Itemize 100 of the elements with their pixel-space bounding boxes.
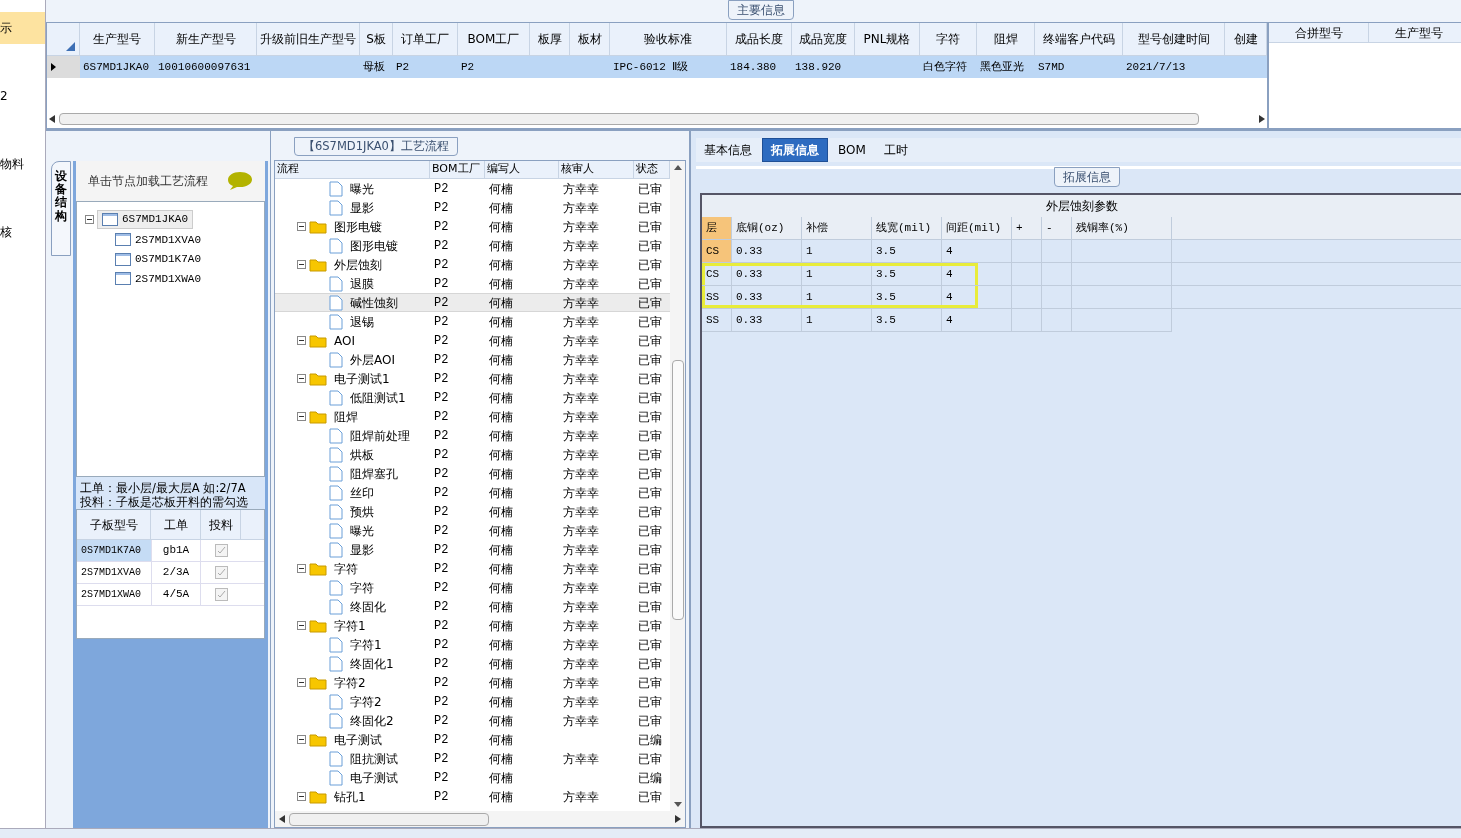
flow-row[interactable]: 退锡 P2 何楠 方幸幸 已审	[275, 312, 670, 331]
nav-item[interactable]: 2	[0, 80, 45, 112]
scroll-left-icon[interactable]	[279, 815, 285, 823]
column-header[interactable]: 合拼型号	[1269, 23, 1369, 42]
tree-node[interactable]: 0S7MD1K7A0	[115, 251, 201, 268]
column-header[interactable]: 成品宽度	[792, 23, 855, 55]
scroll-left-icon[interactable]	[49, 114, 55, 123]
tab[interactable]: 工时	[875, 138, 916, 162]
column-header[interactable]: 残铜率(%)	[1072, 217, 1172, 239]
table-row[interactable]: 6S7MD1JKA0 10010600097631 母板 P2 P2 IPC-6012 Ⅱ级 184.380 138.920 白色字符 黑色亚光 S7MD 2021/7/13	[47, 56, 1267, 78]
flow-row[interactable]: 电子测试1 P2 何楠 方幸幸 已审	[275, 369, 670, 388]
flow-row[interactable]: 字符2 P2 何楠 方幸幸 已审	[275, 673, 670, 692]
column-header[interactable]: S板	[360, 23, 393, 55]
column-header[interactable]: 层	[702, 217, 732, 239]
scroll-right-icon[interactable]	[675, 815, 681, 823]
collapse-icon[interactable]	[297, 564, 306, 573]
nav-item[interactable]: 核	[0, 216, 45, 248]
column-header[interactable]: 间距(mil)	[942, 217, 1012, 239]
collapse-icon[interactable]	[297, 678, 306, 687]
flow-row[interactable]: 电子测试 P2 何楠 已编	[275, 730, 670, 749]
flow-row[interactable]: 丝印 P2 何楠 方幸幸 已审	[275, 483, 670, 502]
tree-node[interactable]: 6S7MD1JKA0	[97, 210, 193, 229]
flow-row[interactable]: 阻焊前处理 P2 何楠 方幸幸 已审	[275, 426, 670, 445]
vertical-scrollbar[interactable]	[670, 161, 685, 811]
checkbox[interactable]	[214, 544, 228, 557]
flow-row[interactable]: 终固化2 P2 何楠 方幸幸 已审	[275, 711, 670, 730]
flow-row[interactable]: 字符2 P2 何楠 方幸幸 已审	[275, 692, 670, 711]
horizontal-scrollbar[interactable]	[49, 111, 1265, 126]
flow-row[interactable]: 显影 P2 何楠 方幸幸 已审	[275, 198, 670, 217]
column-header[interactable]: 字符	[920, 23, 977, 55]
tab[interactable]: 基本信息	[696, 138, 760, 162]
checkbox[interactable]	[214, 588, 228, 601]
table-cell[interactable]: 2S7MD1XVA0	[77, 562, 151, 583]
flow-row[interactable]: 终固化1 P2 何楠 方幸幸 已审	[275, 654, 670, 673]
table-cell[interactable]: 2S7MD1XWA0	[77, 584, 151, 605]
collapse-icon[interactable]	[297, 336, 306, 345]
column-header[interactable]: 订单工厂	[393, 23, 458, 55]
column-header[interactable]: 终端客户代码	[1035, 23, 1123, 55]
collapse-icon[interactable]	[297, 792, 306, 801]
flow-row[interactable]: 字符1 P2 何楠 方幸幸 已审	[275, 635, 670, 654]
column-header[interactable]: 成品长度	[727, 23, 792, 55]
scroll-thumb[interactable]	[289, 812, 489, 826]
flow-row[interactable]: 电子测试 P2 何楠 已编	[275, 768, 670, 787]
column-header[interactable]: 流程	[275, 161, 430, 178]
tree-node[interactable]: 2S7MD1XWA0	[115, 270, 201, 287]
flow-row[interactable]: 阻抗测试 P2 何楠 方幸幸 已审	[275, 749, 670, 768]
flow-row[interactable]: 烘板 P2 何楠 方幸幸 已审	[275, 445, 670, 464]
nav-item[interactable]: 物料	[0, 148, 45, 180]
column-header[interactable]: PNL规格	[855, 23, 920, 55]
column-header[interactable]: 线宽(mil)	[872, 217, 942, 239]
column-header[interactable]: 验收标准	[610, 23, 727, 55]
scroll-thumb[interactable]	[59, 112, 1199, 125]
scroll-up-icon[interactable]	[673, 165, 682, 170]
collapse-icon[interactable]	[297, 222, 306, 231]
collapse-icon[interactable]	[297, 374, 306, 383]
column-header[interactable]: 补偿	[802, 217, 872, 239]
scroll-right-icon[interactable]	[1259, 114, 1265, 123]
nav-item[interactable]: 示	[0, 12, 45, 44]
column-header[interactable]: 阻焊	[977, 23, 1035, 55]
horizontal-scrollbar[interactable]	[275, 811, 685, 827]
column-header[interactable]: 创建	[1225, 23, 1267, 55]
column-header[interactable]: 生产型号	[80, 23, 155, 55]
collapse-icon[interactable]	[297, 412, 306, 421]
tab[interactable]: 拓展信息	[762, 138, 828, 162]
column-header[interactable]: 升级前旧生产型号	[257, 23, 360, 55]
column-header[interactable]: 投料	[201, 510, 241, 539]
flow-row[interactable]: 外层AOI P2 何楠 方幸幸 已审	[275, 350, 670, 369]
tab[interactable]: BOM	[830, 138, 874, 162]
column-header[interactable]: 板材	[570, 23, 610, 55]
column-header[interactable]: -	[1042, 217, 1072, 239]
column-header[interactable]: BOM工厂	[458, 23, 530, 55]
flow-row[interactable]: 预烘 P2 何楠 方幸幸 已审	[275, 502, 670, 521]
collapse-icon[interactable]	[297, 621, 306, 630]
flow-row[interactable]: 字符1 P2 何楠 方幸幸 已审	[275, 616, 670, 635]
column-header[interactable]: 子板型号	[77, 510, 151, 539]
column-header[interactable]: 核审人	[559, 161, 634, 178]
tree-node[interactable]: 2S7MD1XVA0	[115, 231, 201, 248]
column-header[interactable]: 生产型号	[1369, 23, 1461, 42]
flow-row[interactable]: 阻焊 P2 何楠 方幸幸 已审	[275, 407, 670, 426]
flow-row[interactable]: 退膜 P2 何楠 方幸幸 已审	[275, 274, 670, 293]
collapse-icon[interactable]	[297, 735, 306, 744]
flow-row[interactable]: 钻孔1 P2 何楠 方幸幸 已审	[275, 787, 670, 806]
column-header[interactable]: 工单	[151, 510, 201, 539]
column-header[interactable]: 新生产型号	[155, 23, 257, 55]
flow-row[interactable]: 图形电镀 P2 何楠 方幸幸 已审	[275, 217, 670, 236]
flow-row[interactable]: 终固化 P2 何楠 方幸幸 已审	[275, 597, 670, 616]
scroll-thumb[interactable]	[671, 360, 684, 620]
flow-row[interactable]: 低阻测试1 P2 何楠 方幸幸 已审	[275, 388, 670, 407]
column-header[interactable]: 编写人	[485, 161, 559, 178]
flow-row[interactable]: 碱性蚀刻 P2 何楠 方幸幸 已审	[275, 293, 670, 312]
column-header[interactable]: 型号创建时间	[1123, 23, 1225, 55]
vertical-tab[interactable]: 设备结构	[51, 161, 71, 256]
flow-row[interactable]: 阻焊塞孔 P2 何楠 方幸幸 已审	[275, 464, 670, 483]
flow-row[interactable]: 图形电镀 P2 何楠 方幸幸 已审	[275, 236, 670, 255]
flow-row[interactable]: 曝光 P2 何楠 方幸幸 已审	[275, 521, 670, 540]
collapse-icon[interactable]	[85, 214, 94, 224]
scroll-down-icon[interactable]	[673, 802, 682, 807]
flow-row[interactable]: 曝光 P2 何楠 方幸幸 已审	[275, 179, 670, 198]
column-header[interactable]: BOM工厂	[430, 161, 485, 178]
flow-row[interactable]: 显影 P2 何楠 方幸幸 已审	[275, 540, 670, 559]
